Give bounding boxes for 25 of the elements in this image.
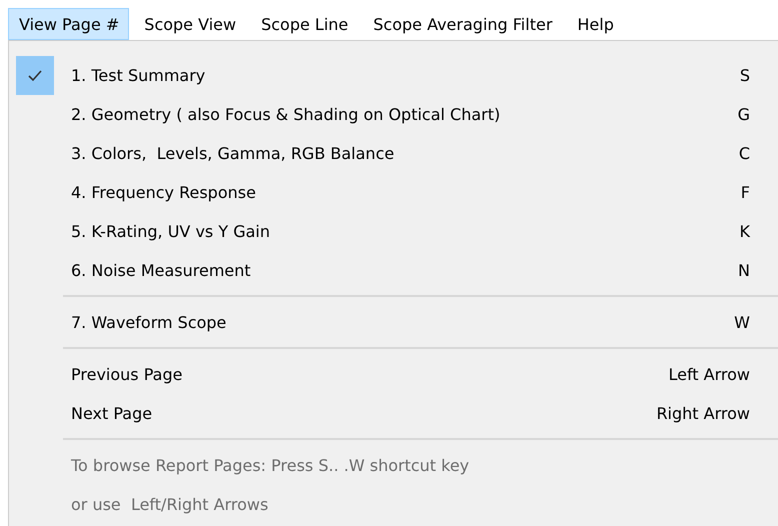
shortcut-text: S: [740, 66, 750, 85]
menu-item[interactable]: 7. Waveform Scope W: [63, 303, 778, 342]
shortcut-text: K: [740, 222, 750, 241]
shortcut-text: G: [738, 105, 750, 124]
shortcut-text: C: [738, 144, 750, 163]
menu-hint: or use Left/Right Arrows: [70, 494, 270, 516]
menu-hint: To browse Report Pages: Press S.. .W shortcut key: [70, 455, 470, 477]
menu-title[interactable]: Scope Line: [250, 8, 358, 40]
menu-item[interactable]: Next Page Right Arrow: [63, 394, 778, 433]
menu-item[interactable]: 1. Test Summary S: [63, 56, 778, 95]
menu-title[interactable]: Scope View: [133, 8, 246, 40]
menu-item[interactable]: 5. K-Rating, UV vs Y Gain K: [63, 212, 778, 251]
menu-item[interactable]: 4. Frequency Response F: [63, 173, 778, 212]
menu-title[interactable]: Scope Averaging Filter: [362, 8, 562, 40]
menu-item[interactable]: 2. Geometry ( also Focus & Shading on Optical Chart) G: [63, 95, 778, 134]
shortcut-text: F: [740, 183, 750, 202]
menu-title[interactable]: Help: [566, 8, 624, 40]
menu-title[interactable]: View Page #: [8, 8, 130, 40]
shortcut-text: Left Arrow: [668, 365, 750, 384]
menu-item[interactable]: 3. Colors, Levels, Gamma, RGB Balance C: [63, 134, 778, 173]
menu-item[interactable]: Previous Page Left Arrow: [63, 355, 778, 394]
shortcut-text: W: [734, 313, 750, 332]
shortcut-text: N: [738, 261, 750, 280]
shortcut-text: Right Arrow: [656, 404, 750, 423]
menu-item[interactable]: 6. Noise Measurement N: [63, 251, 778, 290]
